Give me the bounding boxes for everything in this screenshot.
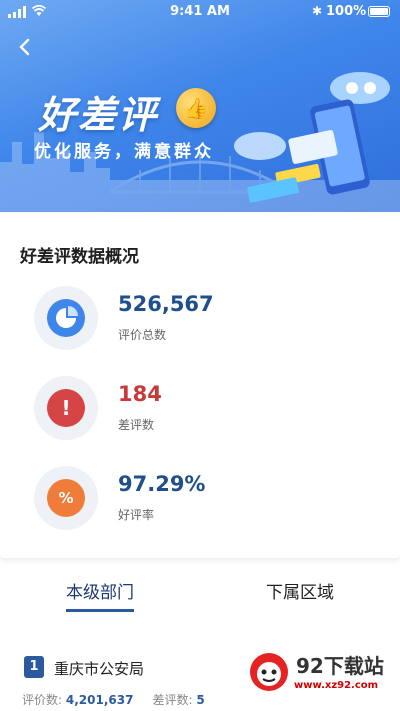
- mascot-logo-icon: [250, 653, 288, 691]
- stat-good-rate: % 97.29% 好评率: [34, 466, 374, 532]
- stat-label: 评价总数: [118, 328, 167, 342]
- total-reviews-label: 评价数:: [22, 693, 63, 707]
- department-name: 重庆市公安局: [54, 660, 145, 678]
- rank-badge: 1: [24, 656, 44, 678]
- site-watermark: 92下载站 www.xz92.com: [238, 628, 400, 711]
- stat-total-reviews: 526,567 评价总数: [34, 286, 374, 352]
- chevron-left-icon: [19, 38, 30, 56]
- battery-icon: [368, 6, 390, 17]
- percent-icon: %: [47, 479, 85, 517]
- battery-percent: 100%: [326, 4, 367, 19]
- exclamation-icon: !: [47, 389, 85, 427]
- overview-title: 好差评数据概况: [20, 247, 139, 267]
- banner-title: 好差评: [38, 93, 159, 137]
- pie-chart-icon: [47, 299, 85, 337]
- tab-current-level-departments[interactable]: 本级部门: [0, 578, 200, 618]
- thumbs-up-icon: 👍: [176, 88, 216, 128]
- department-metrics: 评价数: 4,201,637 差评数: 5: [22, 691, 205, 708]
- banner-subtitle: 优化服务，满意群众: [34, 142, 214, 162]
- stat-value: 97.29%: [118, 472, 206, 496]
- bad-reviews-value: 5: [196, 693, 205, 707]
- phone-cloud-illustration: [234, 72, 390, 203]
- stat-value: 526,567: [118, 292, 214, 316]
- total-reviews-value: 4,201,637: [65, 693, 134, 707]
- stat-bad-reviews: ! 184 差评数: [34, 376, 374, 442]
- tab-label: 下属区域: [266, 583, 334, 603]
- watermark-url: www.xz92.com: [294, 680, 379, 691]
- bluetooth-icon: ✱: [312, 4, 323, 18]
- overview-card: 好差评数据概况 526,567 评价总数 ! 184 差评数 % 97.29% …: [0, 212, 400, 558]
- tab-subordinate-regions[interactable]: 下属区域: [200, 578, 400, 618]
- department-tabs: 本级部门 下属区域: [0, 578, 400, 618]
- back-button[interactable]: [14, 36, 36, 58]
- stat-icon-background: !: [34, 376, 98, 440]
- stat-label: 好评率: [118, 508, 155, 522]
- stat-icon-background: %: [34, 466, 98, 530]
- stat-label: 差评数: [118, 418, 155, 432]
- status-bar: 9:41 AM ✱ 100%: [0, 0, 400, 24]
- header-banner: 9:41 AM ✱ 100% 好差评 👍 优化服务，满意群众: [0, 0, 400, 212]
- watermark-title: 92下载站: [296, 654, 384, 678]
- stat-value: 184: [118, 382, 162, 406]
- stat-icon-background: [34, 286, 98, 350]
- bad-reviews-label: 差评数:: [152, 693, 193, 707]
- tab-label: 本级部门: [66, 578, 134, 612]
